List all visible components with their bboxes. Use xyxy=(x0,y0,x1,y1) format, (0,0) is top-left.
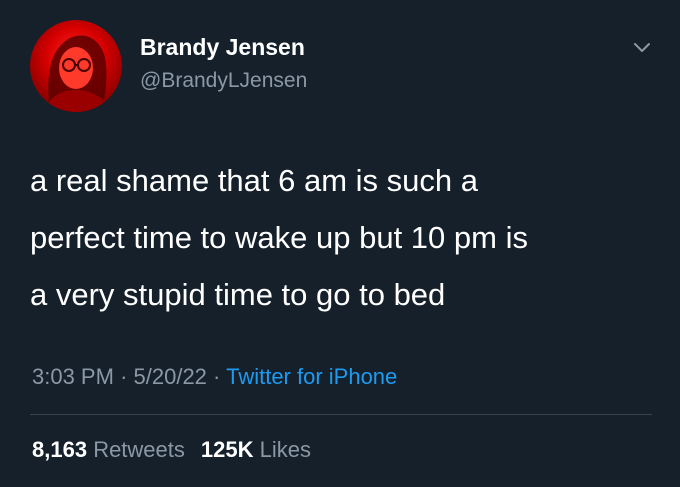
author-name[interactable]: Brandy Jensen xyxy=(140,34,305,61)
tweet-text-line: a real shame that 6 am is such a xyxy=(30,163,479,198)
tweet-text: a real shame that 6 am is such a perfect… xyxy=(30,152,660,323)
chevron-down-icon[interactable] xyxy=(630,36,654,60)
likes-label: Likes xyxy=(259,437,311,462)
likes-stat[interactable]: 125K Likes xyxy=(201,437,311,462)
meta-separator: · xyxy=(120,364,128,389)
tweet-text-line: a very stupid time to go to bed xyxy=(30,277,446,312)
retweets-stat[interactable]: 8,163 Retweets xyxy=(32,437,185,462)
tweet-stats: 8,163 Retweets 125K Likes xyxy=(32,437,311,463)
meta-separator: · xyxy=(213,364,221,389)
retweets-label: Retweets xyxy=(93,437,185,462)
retweets-count: 8,163 xyxy=(32,437,88,462)
tweet-metadata: 3:03 PM · 5/20/22 · Twitter for iPhone xyxy=(32,364,397,390)
divider xyxy=(30,414,652,415)
avatar[interactable] xyxy=(30,20,122,112)
tweet-card: Brandy Jensen @BrandyLJensen a real sham… xyxy=(0,0,680,487)
tweet-date[interactable]: 5/20/22 xyxy=(134,364,207,389)
likes-count: 125K xyxy=(200,437,254,462)
tweet-text-line: perfect time to wake up but 10 pm is xyxy=(30,220,528,255)
tweet-source-link[interactable]: Twitter for iPhone xyxy=(226,364,397,389)
author-handle[interactable]: @BrandyLJensen xyxy=(140,69,307,93)
tweet-time[interactable]: 3:03 PM xyxy=(32,364,114,389)
avatar-portrait-image xyxy=(44,35,110,112)
